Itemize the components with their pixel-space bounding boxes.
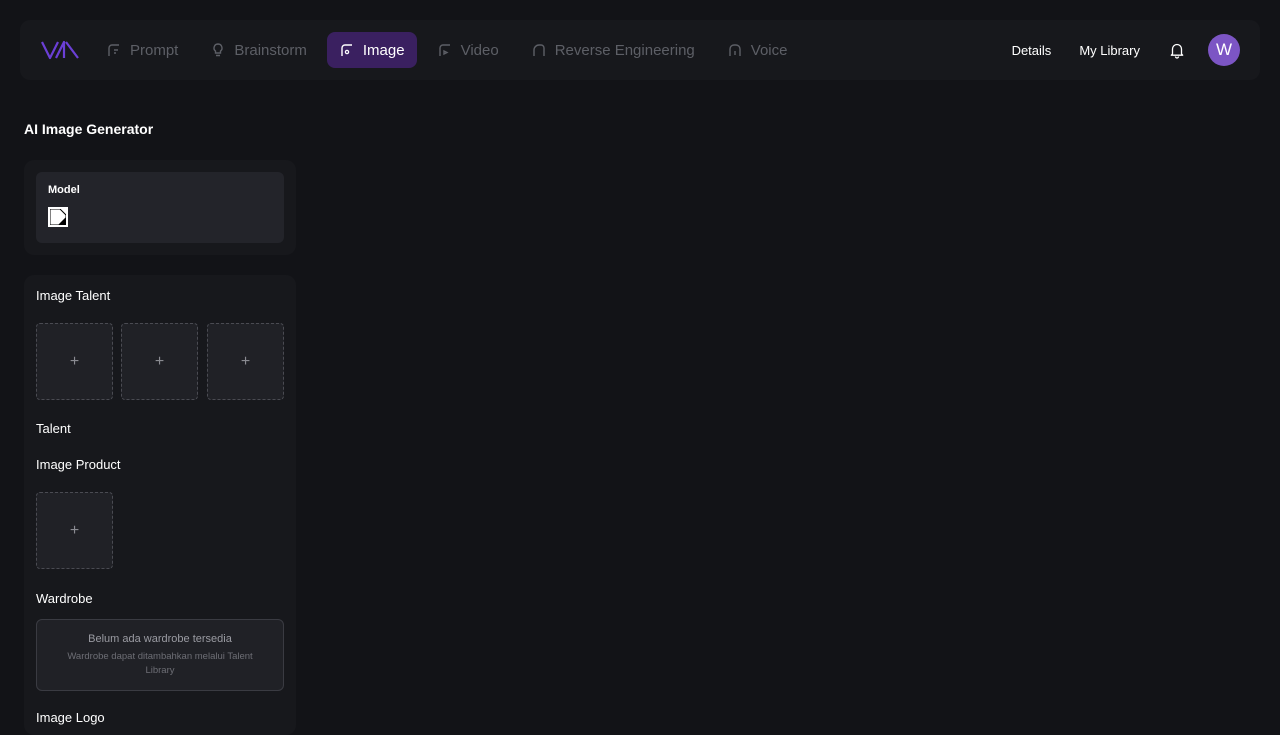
product-upload-slot[interactable]: + [36,492,113,569]
brand-logo[interactable] [40,38,80,62]
my-library-link[interactable]: My Library [1079,43,1140,58]
nav-label: Prompt [130,41,179,59]
video-icon [438,44,450,56]
nav-label: Voice [750,41,788,59]
top-navigation-bar: Prompt Brainstorm Image Video Reverse En… [20,20,1260,80]
bell-icon[interactable] [1168,41,1186,59]
bulb-icon [213,43,224,57]
talent-label: Talent [36,421,71,436]
talent-upload-slot[interactable]: + [36,323,113,400]
reverse-icon [532,44,545,56]
model-panel: Model [24,160,296,255]
image-product-label: Image Product [36,457,121,472]
nav-item-reverse-engineering[interactable]: Reverse Engineering [519,32,707,68]
model-label: Model [48,184,80,196]
main-nav: Prompt Brainstorm Image Video Reverse En… [94,32,799,68]
nav-item-video[interactable]: Video [425,32,511,68]
page-title: AI Image Generator [24,121,154,137]
voice-icon [729,44,741,56]
nav-label: Image [362,41,405,59]
wardrobe-empty-hint: Wardrobe dapat ditambahkan melalui Talen… [67,651,253,676]
generator-options-panel: Image Talent + + + Talent Image Product … [24,275,296,735]
image-logo-label: Image Logo [36,710,105,725]
nav-item-voice[interactable]: Voice [715,32,800,68]
nav-item-image[interactable]: Image [326,32,417,68]
details-link[interactable]: Details [1012,43,1052,58]
nav-item-prompt[interactable]: Prompt [94,32,190,68]
prompt-icon [108,44,119,56]
nav-label: Reverse Engineering [554,41,695,59]
image-talent-label: Image Talent [36,288,111,303]
avatar[interactable]: W [1208,34,1240,66]
wardrobe-empty-title: Belum ada wardrobe tersedia [88,633,232,645]
model-selector[interactable]: Model [36,172,284,243]
broken-image-icon [48,207,68,227]
wardrobe-empty-state: Belum ada wardrobe tersedia Wardrobe dap… [36,619,284,691]
talent-upload-slot[interactable]: + [207,323,284,400]
talent-upload-slot[interactable]: + [121,323,198,400]
wardrobe-label: Wardrobe [36,591,93,606]
nav-label: Video [460,41,499,59]
nav-item-brainstorm[interactable]: Brainstorm [198,32,319,68]
nav-label: Brainstorm [234,41,307,59]
image-icon [341,44,352,56]
top-right-actions: Details My Library W [1012,34,1240,66]
